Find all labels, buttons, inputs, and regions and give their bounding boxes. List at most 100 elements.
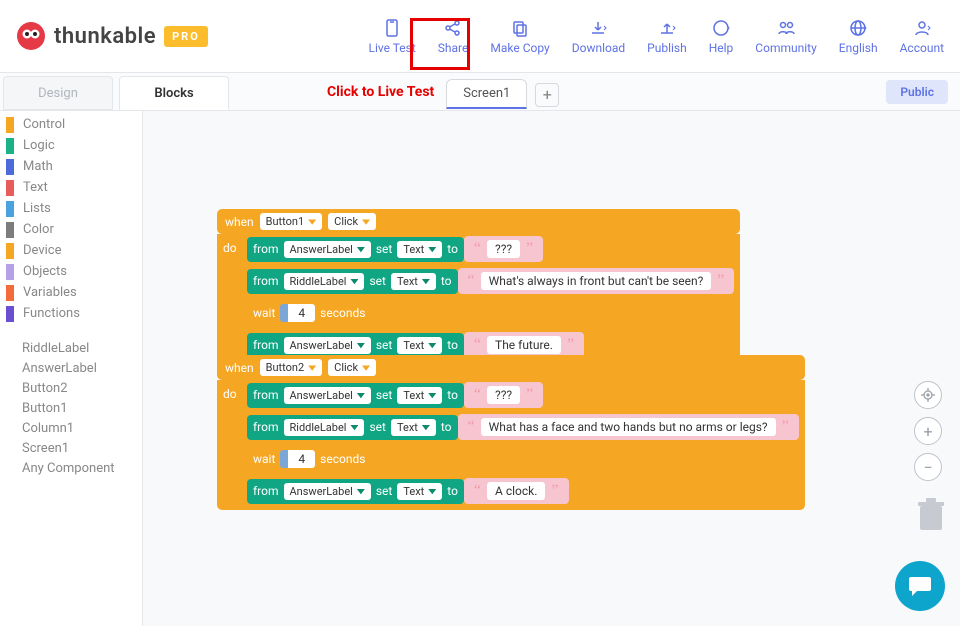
visibility-toggle[interactable]: Public [886, 80, 948, 104]
wait-block[interactable]: wait 4 seconds [247, 300, 371, 326]
publish-button[interactable]: Publish [647, 18, 687, 55]
sidebar-item-label: Logic [23, 138, 55, 153]
sidebar-component-button1[interactable]: Button1 [0, 398, 142, 418]
toolbar-label: Publish [647, 41, 687, 55]
property-dropdown[interactable]: Text [391, 419, 436, 436]
do-block[interactable]: do from AnswerLabel set Text to “???” [217, 234, 740, 364]
blocks-workspace[interactable]: when Button1 Click do from AnswerLabel s… [143, 111, 960, 626]
sidebar-item-lists[interactable]: Lists [0, 198, 142, 219]
property-dropdown[interactable]: Text [397, 241, 442, 258]
sidebar-item-text[interactable]: Text [0, 177, 142, 198]
do-block[interactable]: do from AnswerLabel set Text to “???” [217, 380, 805, 510]
make-copy-button[interactable]: Make Copy [490, 18, 549, 55]
trash-icon [916, 498, 946, 532]
share-button[interactable]: Share [438, 18, 469, 55]
copy-icon [511, 19, 529, 37]
sidebar-component-column1[interactable]: Column1 [0, 418, 142, 438]
target-dropdown[interactable]: Button2 [260, 359, 323, 376]
sidebar-item-label: Color [23, 222, 54, 237]
chat-fab[interactable] [895, 561, 945, 611]
kw-do: do [223, 236, 241, 255]
component-dropdown[interactable]: RiddleLabel [284, 273, 365, 290]
wait-block[interactable]: wait 4 seconds [247, 446, 371, 472]
sidebar-item-color[interactable]: Color [0, 219, 142, 240]
string-literal[interactable]: “A clock.” [464, 478, 569, 504]
people-icon [776, 19, 796, 37]
sidebar-item-device[interactable]: Device [0, 240, 142, 261]
screen-tab[interactable]: Screen1 [446, 79, 527, 109]
sidebar-item-label: Text [23, 180, 48, 195]
set-text-block[interactable]: from AnswerLabel set Text to [247, 479, 464, 504]
sidebar-item-label: Math [23, 159, 53, 174]
help-icon [712, 19, 730, 37]
main-area: Control Logic Math Text Lists Color Devi… [0, 111, 960, 626]
sidebar-component-button2[interactable]: Button2 [0, 378, 142, 398]
property-dropdown[interactable]: Text [391, 273, 436, 290]
download-button[interactable]: Download [572, 18, 625, 55]
zoom-in-button[interactable]: + [914, 417, 942, 445]
sidebar-item-label: Variables [23, 285, 77, 300]
sidebar-item-logic[interactable]: Logic [0, 135, 142, 156]
trash-button[interactable] [916, 498, 946, 536]
set-text-block[interactable]: from RiddleLabel set Text to [247, 415, 458, 440]
when-button1-click-block[interactable]: when Button1 Click [217, 209, 740, 234]
toolbar: Live Test Share Make Copy Download Publi… [369, 18, 945, 55]
tab-blocks[interactable]: Blocks [119, 76, 229, 110]
toolbar-label: Make Copy [490, 41, 549, 55]
sidebar-item-control[interactable]: Control [0, 114, 142, 135]
add-screen-button[interactable]: + [535, 83, 559, 107]
language-button[interactable]: English [839, 18, 878, 55]
toolbar-label: English [839, 41, 878, 55]
event-dropdown[interactable]: Click [328, 213, 376, 230]
share-icon [444, 19, 462, 37]
community-button[interactable]: Community [755, 18, 816, 55]
property-dropdown[interactable]: Text [397, 483, 442, 500]
component-dropdown[interactable]: AnswerLabel [284, 337, 371, 354]
event-dropdown[interactable]: Click [328, 359, 376, 376]
component-dropdown[interactable]: AnswerLabel [284, 483, 371, 500]
string-literal[interactable]: “What's always in front but can't be see… [458, 268, 735, 294]
component-dropdown[interactable]: RiddleLabel [284, 419, 365, 436]
set-text-block[interactable]: from AnswerLabel set Text to [247, 383, 464, 408]
string-literal[interactable]: “???” [464, 236, 543, 262]
chat-icon [907, 573, 933, 599]
live-test-button[interactable]: Live Test [369, 18, 416, 55]
component-dropdown[interactable]: AnswerLabel [284, 387, 371, 404]
set-text-block[interactable]: from AnswerLabel set Text to [247, 333, 464, 358]
zoom-out-button[interactable]: − [914, 453, 942, 481]
globe-icon [849, 19, 867, 37]
string-literal[interactable]: “What has a face and two hands but no ar… [458, 414, 799, 440]
sidebar-component-any[interactable]: Any Component [0, 458, 142, 478]
string-literal[interactable]: “???” [464, 382, 543, 408]
target-dropdown[interactable]: Button1 [260, 213, 323, 230]
sidebar-item-objects[interactable]: Objects [0, 261, 142, 282]
when-button2-click-block[interactable]: when Button2 Click [217, 355, 805, 380]
tab-design[interactable]: Design [3, 76, 113, 110]
account-button[interactable]: Account [900, 18, 944, 55]
recenter-button[interactable] [914, 381, 942, 409]
sidebar-component-screen1[interactable]: Screen1 [0, 438, 142, 458]
screen-tabs: Screen1 + [446, 73, 559, 110]
set-text-block[interactable]: from RiddleLabel set Text to [247, 269, 458, 294]
sidebar-item-label: Device [23, 243, 62, 258]
sidebar-component-riddle-label[interactable]: RiddleLabel [0, 338, 142, 358]
sidebar-component-answer-label[interactable]: AnswerLabel [0, 358, 142, 378]
sidebar-item-math[interactable]: Math [0, 156, 142, 177]
number-input[interactable]: 4 [280, 304, 315, 322]
property-dropdown[interactable]: Text [397, 387, 442, 404]
kw-do: do [223, 382, 241, 401]
sidebar-item-label: Functions [23, 306, 80, 321]
sidebar-item-variables[interactable]: Variables [0, 282, 142, 303]
logo-area: thunkable PRO [16, 21, 208, 51]
upload-icon [658, 19, 676, 37]
sidebar-item-label: Lists [23, 201, 51, 216]
component-dropdown[interactable]: AnswerLabel [284, 241, 371, 258]
help-button[interactable]: Help [709, 18, 734, 55]
toolbar-label: Live Test [369, 41, 416, 55]
number-input[interactable]: 4 [280, 450, 315, 468]
sidebar-item-functions[interactable]: Functions [0, 303, 142, 324]
set-text-block[interactable]: from AnswerLabel set Text to [247, 237, 464, 262]
crosshair-icon [921, 388, 935, 402]
device-icon [384, 19, 400, 37]
property-dropdown[interactable]: Text [397, 337, 442, 354]
